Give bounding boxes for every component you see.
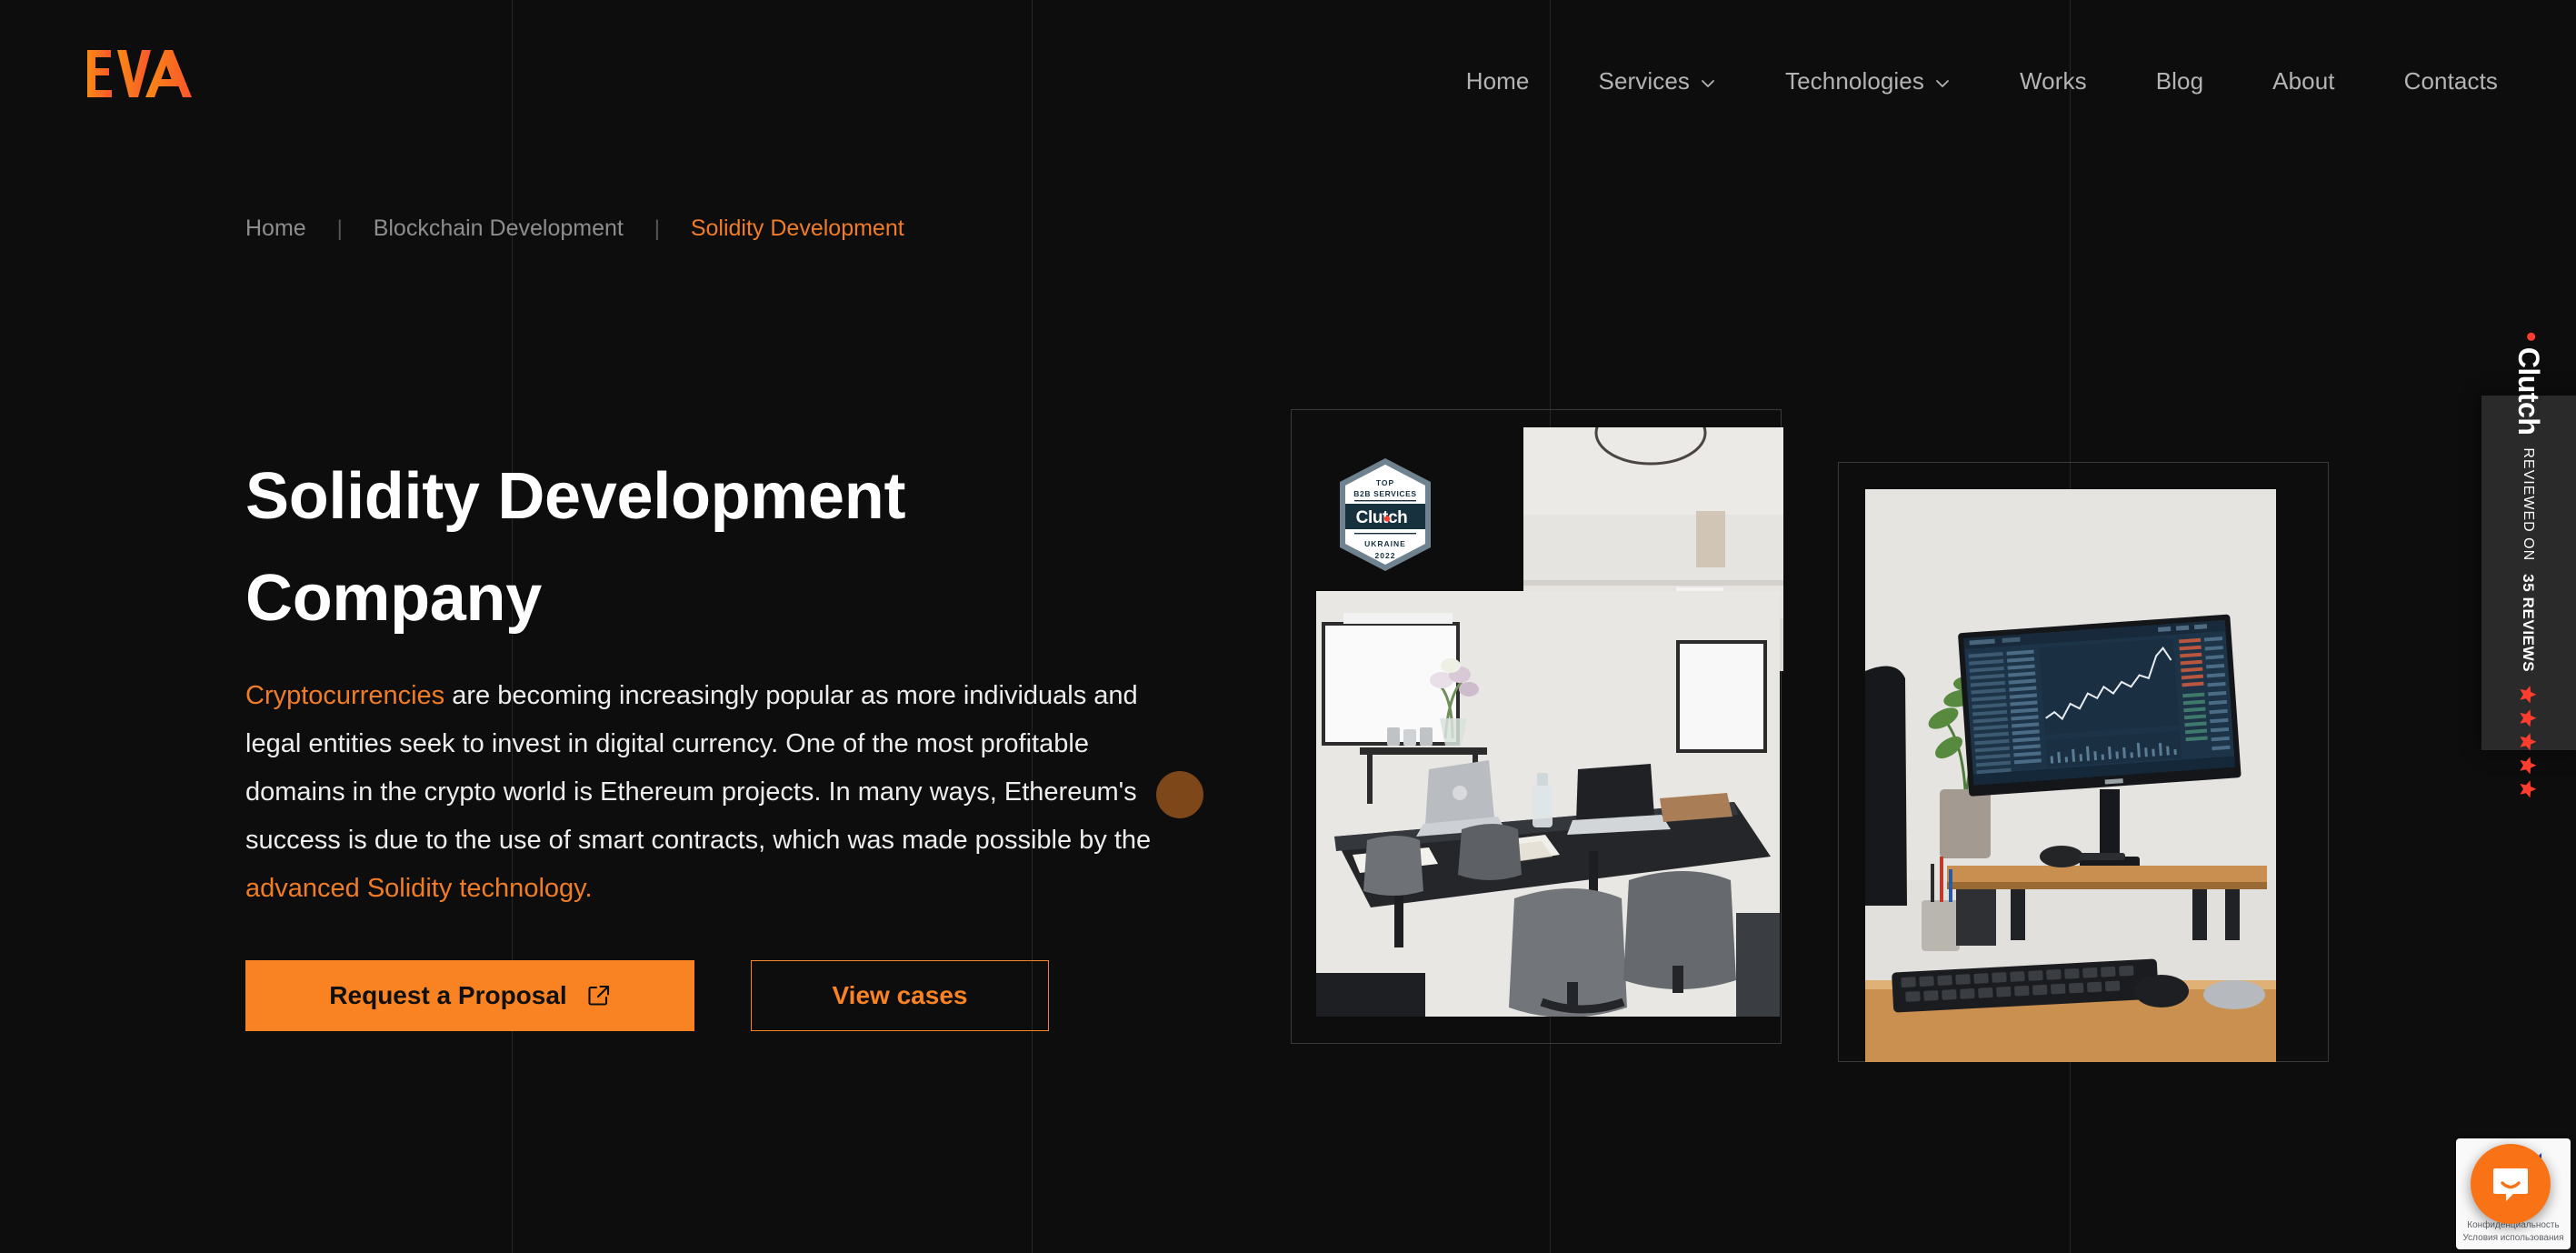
nav-label: Works (2019, 67, 2087, 95)
star-icon (2519, 779, 2539, 799)
nav-label: About (2272, 67, 2335, 95)
clutch-reviews-widget[interactable]: 35 REVIEWS REVIEWED ON Clutch (2481, 332, 2576, 798)
svg-text:UKRAINE: UKRAINE (1364, 539, 1406, 548)
clutch-wordmark-text: Clutch (2512, 346, 2546, 435)
cryptocurrencies-link[interactable]: Cryptocurrencies (245, 681, 444, 710)
solidity-technology-link[interactable]: advanced Solidity technology. (245, 874, 593, 903)
clutch-wordmark: Clutch (2512, 332, 2546, 435)
hero-actions: Request a Proposal View cases (245, 959, 1173, 1031)
site-header: Home Services Technologies Works Blog Ab… (0, 0, 2576, 173)
request-a-proposal-button[interactable]: Request a Proposal (245, 959, 694, 1031)
nav-item-home[interactable]: Home (1432, 67, 1564, 95)
request-a-proposal-label: Request a Proposal (329, 980, 567, 1009)
chevron-down-icon (1700, 75, 1716, 92)
nav-item-about[interactable]: About (2238, 67, 2369, 95)
svg-text:B2B SERVICES: B2B SERVICES (1353, 489, 1416, 498)
reviews-count-label: 35 REVIEWS (2521, 573, 2539, 672)
nav-item-works[interactable]: Works (1985, 67, 2122, 95)
star-rating (2519, 685, 2539, 799)
chat-bubble-icon (2493, 1168, 2528, 1201)
reviewed-on-label: REVIEWED ON (2521, 446, 2538, 561)
view-cases-button[interactable]: View cases (751, 959, 1049, 1031)
nav-label: Services (1598, 67, 1690, 95)
desk-trading-monitor-photo (1865, 489, 2276, 1062)
page-root: Home Services Technologies Works Blog Ab… (0, 0, 2576, 1253)
breadcrumb-item-home[interactable]: Home (245, 216, 306, 242)
main-navigation: Home Services Technologies Works Blog Ab… (1432, 67, 2498, 95)
breadcrumb-item-blockchain-development[interactable]: Blockchain Development (374, 216, 624, 242)
nav-label: Blog (2155, 67, 2204, 95)
nav-item-technologies[interactable]: Technologies (1751, 67, 1985, 95)
eva-logo[interactable] (87, 50, 205, 97)
hero-paragraph: Cryptocurrencies are becoming increasing… (245, 672, 1154, 913)
breadcrumb: Home | Blockchain Development | Solidity… (245, 216, 904, 242)
clutch-dot-icon (2527, 332, 2536, 341)
recaptcha-terms-link[interactable]: Условия использования (2456, 1232, 2571, 1245)
page-title: Solidity Development Company (245, 460, 906, 636)
star-icon (2519, 708, 2539, 728)
external-link-icon (587, 984, 611, 1007)
breadcrumb-item-current: Solidity Development (690, 216, 904, 241)
nav-item-contacts[interactable]: Contacts (2370, 67, 2498, 95)
nav-label: Technologies (1785, 67, 1924, 95)
nav-item-blog[interactable]: Blog (2122, 67, 2238, 95)
chevron-down-icon (1934, 75, 1951, 92)
nav-label: Contacts (2403, 67, 2498, 95)
svg-text:Clutch: Clutch (1356, 508, 1408, 527)
star-icon (2519, 685, 2539, 705)
star-icon (2519, 756, 2539, 776)
office-meeting-room-photo (1316, 591, 1780, 1017)
breadcrumb-separator: | (654, 216, 660, 241)
star-icon (2519, 732, 2539, 752)
nav-item-services[interactable]: Services (1564, 67, 1752, 95)
breadcrumb-separator: | (336, 216, 343, 241)
view-cases-label: View cases (832, 980, 968, 1009)
chat-launcher-button[interactable] (2471, 1144, 2551, 1224)
svg-text:TOP: TOP (1376, 478, 1394, 487)
hero-content: Solidity Development Company Cryptocurre… (245, 446, 1173, 1031)
clutch-award-badge[interactable]: TOP B2B SERVICES Clutch UKRAINE 2022 (1336, 456, 1434, 573)
nav-label: Home (1465, 67, 1530, 95)
svg-text:2022: 2022 (1375, 551, 1396, 560)
